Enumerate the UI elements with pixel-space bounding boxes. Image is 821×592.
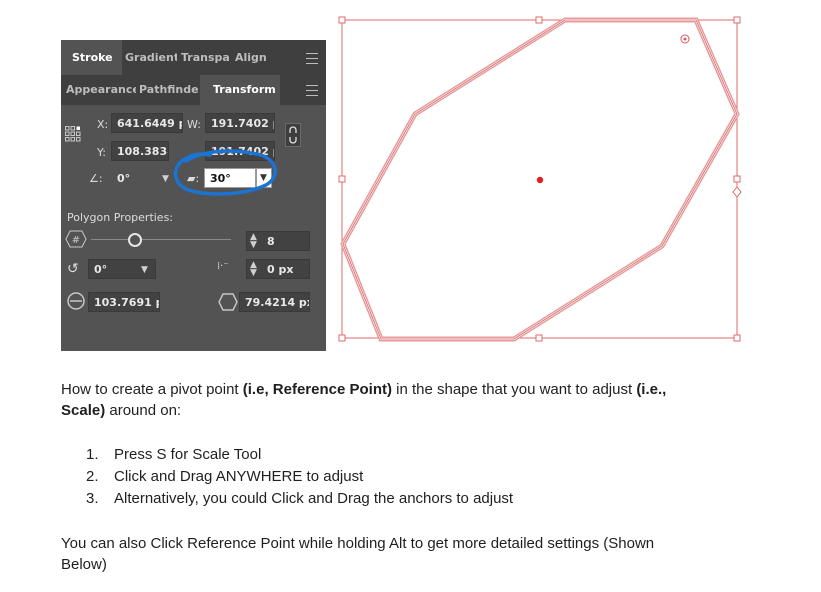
handle-top-right[interactable] [733, 16, 741, 24]
polygon-sides-widget[interactable] [732, 186, 742, 198]
list-text: Alternatively, you could Click and Drag … [114, 490, 514, 507]
panel-tabs-row2: Appearance Pathfinder Transform [61, 75, 326, 105]
reference-point-dot[interactable] [536, 176, 544, 184]
intro-text-2: in the shape that you want to adjust [391, 381, 637, 398]
list-number: 1. [86, 446, 99, 463]
side-length-icon [218, 293, 238, 311]
tab-appearance[interactable]: Appearance [66, 75, 136, 105]
rotate-field[interactable]: 0° [111, 168, 159, 188]
list-number: 3. [86, 490, 99, 507]
intro-text-3: around on: [105, 402, 182, 419]
handle-bottom-left[interactable] [338, 334, 346, 342]
w-field[interactable]: 191.7402 p [205, 113, 275, 133]
tab-pathfinder[interactable]: Pathfinder [139, 75, 199, 105]
constrain-proportions-icon[interactable] [285, 123, 301, 147]
w-label: W: [187, 118, 201, 131]
footer-line-1: You can also Click Reference Point while… [61, 535, 655, 552]
svg-text:#: # [72, 235, 80, 246]
handle-middle-left[interactable] [338, 175, 346, 183]
intro-bold-3: Scale) [61, 402, 106, 419]
tab-transparency[interactable]: Transpa [181, 40, 229, 75]
corner-widget-dot [683, 37, 687, 41]
y-field[interactable]: 108.3838 [111, 141, 169, 161]
polygon-sides-icon: # [65, 230, 87, 248]
list-item: 2. Click and Drag ANYWHERE to adjust [86, 468, 363, 485]
side-length-field[interactable]: 79.4214 px [239, 292, 310, 312]
sides-slider-track[interactable] [91, 239, 231, 240]
corner-rotate-icon: ↺ [67, 261, 79, 277]
annotation-circle [173, 149, 277, 196]
radius-icon [67, 292, 85, 310]
footer-paragraph: You can also Click Reference Point while… [61, 533, 781, 575]
properties-panel: Stroke Gradient Transpa Align Appearance… [61, 40, 326, 351]
handle-bottom-center[interactable] [535, 334, 543, 342]
list-text: Press S for Scale Tool [114, 446, 262, 463]
footer-line-2: Below) [61, 556, 107, 573]
panel-menu-icon[interactable] [306, 53, 318, 64]
stepper-icon[interactable]: ▲ ▼ [250, 261, 257, 278]
intro-text-1: How to create a pivot point [61, 381, 243, 398]
reference-point-icon[interactable] [65, 126, 81, 142]
panel-menu-icon-2[interactable] [306, 85, 318, 96]
x-field[interactable]: 641.6449 p [111, 113, 183, 133]
tab-stroke[interactable]: Stroke [61, 40, 122, 75]
intro-paragraph: How to create a pivot point (i.e, Refere… [61, 379, 761, 421]
tab-align[interactable]: Align [235, 40, 275, 75]
panel-tabs-row1: Stroke Gradient Transpa Align [61, 40, 326, 75]
handle-top-center[interactable] [535, 16, 543, 24]
intro-bold-2: (i.e., [636, 381, 667, 398]
radius-field[interactable]: 103.7691 p [88, 292, 160, 312]
handle-bottom-right[interactable] [733, 334, 741, 342]
handle-middle-right[interactable] [733, 175, 741, 183]
intro-bold-1: (i.e, Reference Point) [242, 381, 392, 398]
tab-transform[interactable]: Transform [200, 75, 280, 105]
handle-top-left[interactable] [338, 16, 346, 24]
list-item: 1. Press S for Scale Tool [86, 446, 261, 463]
stepper-icon[interactable]: ▲ ▼ [250, 233, 257, 250]
tab-gradient[interactable]: Gradient [125, 40, 177, 75]
x-label: X: [97, 118, 109, 131]
artboard-canvas[interactable] [333, 10, 745, 346]
rotate-icon: ∠: [89, 172, 103, 185]
list-text: Click and Drag ANYWHERE to adjust [114, 468, 364, 485]
list-item: 3. Alternatively, you could Click and Dra… [86, 490, 513, 507]
list-number: 2. [86, 468, 99, 485]
corner-radius-icon: ⁞·⁻ [217, 261, 229, 272]
y-label: Y: [97, 146, 106, 159]
sides-slider-handle[interactable] [128, 233, 142, 247]
chevron-down-icon[interactable]: ▼ [141, 265, 148, 275]
polygon-properties-title: Polygon Properties: [67, 211, 174, 224]
